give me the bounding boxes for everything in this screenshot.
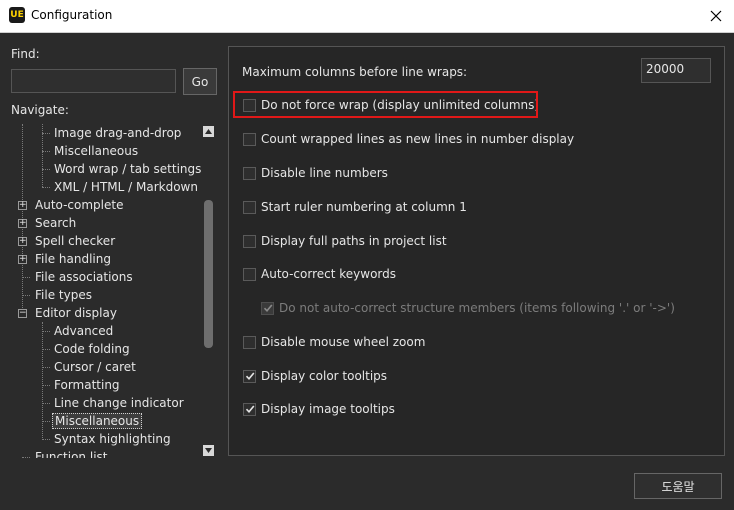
tree-item-label: Advanced (54, 324, 114, 338)
checkbox[interactable] (243, 335, 256, 349)
tree-item-auto-complete[interactable]: + Auto-complete (18, 196, 123, 214)
close-icon (710, 10, 722, 22)
option-label: Auto-correct keywords (261, 267, 396, 281)
expand-icon[interactable]: + (18, 219, 27, 228)
tree-item-label: File handling (35, 252, 111, 266)
option-start-ruler-numbering[interactable]: Start ruler numbering at column 1 (243, 199, 467, 215)
checkbox[interactable] (243, 166, 256, 180)
option-display-full-paths[interactable]: Display full paths in project list (243, 233, 447, 249)
tree-item-word-wrap[interactable]: Word wrap / tab settings (42, 160, 201, 178)
option-label: Disable line numbers (261, 166, 388, 180)
option-label: Display color tooltips (261, 369, 388, 383)
expand-icon[interactable]: + (18, 237, 27, 246)
tree-item-file-types[interactable]: File types (22, 286, 92, 304)
option-disable-mouse-wheel-zoom[interactable]: Disable mouse wheel zoom (243, 334, 425, 350)
tree-item-label: Cursor / caret (54, 360, 136, 374)
tree-item-advanced[interactable]: Advanced (42, 322, 113, 340)
tree-item-cursor-caret[interactable]: Cursor / caret (42, 358, 136, 376)
checkmark-icon (263, 304, 272, 313)
tree-item-editor-display[interactable]: − Editor display (18, 304, 117, 322)
tree-item-label: Word wrap / tab settings (54, 162, 202, 176)
option-display-color-tooltips[interactable]: Display color tooltips (243, 368, 387, 384)
go-button[interactable]: Go (183, 68, 217, 95)
checkbox[interactable] (243, 200, 256, 214)
tree-item-line-change-indicator[interactable]: Line change indicator (42, 394, 184, 412)
collapse-icon[interactable]: − (18, 309, 27, 318)
option-do-not-auto-correct-structure-members[interactable]: Do not auto-correct structure members (i… (261, 300, 675, 316)
tree-item-search[interactable]: + Search (18, 214, 76, 232)
tree-item-label: Formatting (54, 378, 120, 392)
window-title: Configuration (31, 8, 113, 22)
tree-scrollbar[interactable] (201, 124, 216, 458)
highlight-box (233, 91, 538, 118)
tree-item-label: Auto-complete (35, 198, 124, 212)
option-auto-correct-keywords[interactable]: Auto-correct keywords (243, 266, 396, 282)
title-bar: UE Configuration (0, 0, 734, 33)
option-label: Do not auto-correct structure members (i… (279, 301, 675, 315)
option-disable-line-numbers[interactable]: Disable line numbers (243, 165, 388, 181)
tree-item-file-handling[interactable]: + File handling (18, 250, 111, 268)
tree-item-label: File types (35, 288, 92, 302)
tree-item-syntax-highlighting[interactable]: Syntax highlighting (42, 430, 171, 448)
option-label: Display full paths in project list (261, 234, 447, 248)
expand-icon[interactable]: + (18, 255, 27, 264)
tree-item-miscellaneous-selected[interactable]: Miscellaneous (42, 412, 143, 430)
tree-item-label: Miscellaneous (54, 144, 139, 158)
option-count-wrapped-lines[interactable]: Count wrapped lines as new lines in numb… (243, 131, 574, 147)
tree-item-label: Line change indicator (54, 396, 184, 410)
checkmark-icon (245, 405, 254, 414)
option-label: Count wrapped lines as new lines in numb… (261, 132, 575, 146)
option-display-image-tooltips[interactable]: Display image tooltips (243, 401, 395, 417)
tree-item-label: Syntax highlighting (54, 432, 171, 446)
scroll-thumb[interactable] (204, 200, 213, 348)
tree-item-miscellaneous[interactable]: Miscellaneous (42, 142, 138, 160)
tree-item-label: Search (35, 216, 77, 230)
app-icon: UE (9, 7, 25, 23)
help-button[interactable]: 도움말 (634, 473, 722, 499)
max-columns-input[interactable]: 20000 (641, 58, 711, 83)
tree-item-label: Function list (35, 450, 108, 458)
tree-item-label: XML / HTML / Markdown (54, 180, 198, 194)
tree-item-xml-html-markdown[interactable]: XML / HTML / Markdown (42, 178, 198, 196)
checkbox[interactable] (243, 267, 256, 281)
checkbox[interactable] (243, 234, 256, 248)
scroll-up-button[interactable] (203, 126, 214, 137)
tree-item-label: Code folding (54, 342, 130, 356)
option-label: Start ruler numbering at column 1 (261, 200, 467, 214)
tree-item-function-list[interactable]: Function list (22, 448, 107, 458)
expand-icon[interactable]: + (18, 201, 27, 210)
triangle-down-icon (205, 448, 212, 453)
tree-item-file-associations[interactable]: File associations (22, 268, 133, 286)
triangle-up-icon (205, 129, 212, 134)
tree-item-formatting[interactable]: Formatting (42, 376, 120, 394)
tree-item-label: Spell checker (35, 234, 116, 248)
close-button[interactable] (698, 0, 734, 32)
find-label: Find: (11, 47, 40, 61)
find-input[interactable] (11, 69, 176, 93)
navigate-label: Navigate: (11, 103, 69, 117)
tree-item-label: File associations (35, 270, 133, 284)
checkbox[interactable] (261, 301, 274, 315)
navigation-tree[interactable]: Image drag-and-drop Miscellaneous Word w… (11, 124, 216, 458)
option-label: Display image tooltips (261, 402, 395, 416)
tree-item-label: Editor display (35, 306, 117, 320)
max-columns-label: Maximum columns before line wraps: (242, 65, 468, 79)
tree-item-label: Image drag-and-drop (54, 126, 182, 140)
tree-item-image-drag-and-drop[interactable]: Image drag-and-drop (42, 124, 181, 142)
scroll-down-button[interactable] (203, 445, 214, 456)
option-label: Disable mouse wheel zoom (261, 335, 426, 349)
checkbox[interactable] (243, 369, 256, 383)
checkmark-icon (245, 372, 254, 381)
checkbox[interactable] (243, 402, 256, 416)
tree-item-spell-checker[interactable]: + Spell checker (18, 232, 115, 250)
checkbox[interactable] (243, 132, 256, 146)
tree-item-label: Miscellaneous (52, 413, 143, 429)
tree-item-code-folding[interactable]: Code folding (42, 340, 130, 358)
